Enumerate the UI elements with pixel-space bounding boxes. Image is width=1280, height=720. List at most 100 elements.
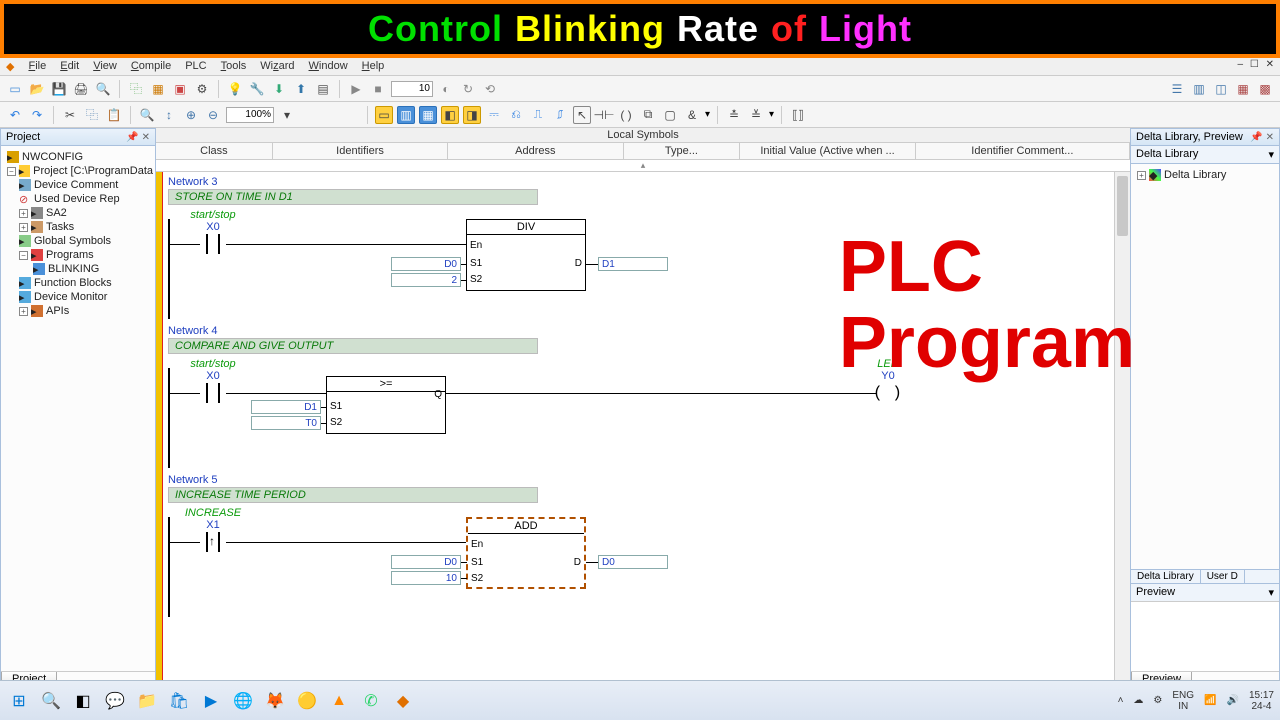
run-icon[interactable]: ▶ — [347, 80, 365, 98]
taskview-icon[interactable]: ◧ — [70, 688, 96, 714]
tree-global-symbols[interactable]: ▸Global Symbols — [3, 234, 153, 248]
ld9-icon[interactable]: ⎎ — [551, 106, 569, 124]
project-icon[interactable]: ⿻ — [127, 80, 145, 98]
ld4-icon[interactable]: ◧ — [441, 106, 459, 124]
tree-sa2[interactable]: +▸SA2 — [3, 206, 153, 220]
paste-icon[interactable]: 📋 — [105, 106, 123, 124]
edge-icon[interactable]: 🌐 — [230, 688, 256, 714]
tree-function-blocks[interactable]: ▸Function Blocks — [3, 276, 153, 290]
col-address[interactable]: Address — [448, 143, 623, 159]
chip-icon[interactable]: ▤ — [314, 80, 332, 98]
net4-contact-x0[interactable] — [198, 383, 228, 403]
tab-user-d[interactable]: User D — [1201, 570, 1245, 583]
idea-icon[interactable]: 💡 — [226, 80, 244, 98]
and-icon[interactable]: & — [683, 106, 701, 124]
ld5-icon[interactable]: ◨ — [463, 106, 481, 124]
zoom-drop-icon[interactable]: ▾ — [278, 106, 296, 124]
network-4[interactable]: Network 4 COMPARE AND GIVE OUTPUT start/… — [168, 325, 1130, 468]
tray-cloud-icon[interactable]: ☁ — [1133, 695, 1143, 706]
ld1-icon[interactable]: ▭ — [375, 106, 393, 124]
delta-tree[interactable]: +◆Delta Library — [1131, 164, 1279, 569]
tool-icon[interactable]: 🔧 — [248, 80, 266, 98]
menu-compile[interactable]: Compile — [131, 60, 171, 73]
net5-s1-val[interactable]: D0 — [391, 555, 461, 569]
net5-d-val[interactable]: D0 — [598, 555, 668, 569]
net4-s1-val[interactable]: D1 — [251, 400, 321, 414]
ld8-icon[interactable]: ⎍ — [529, 106, 547, 124]
device-icon[interactable]: ▦ — [149, 80, 167, 98]
vlc-icon[interactable]: ▲ — [326, 688, 352, 714]
menu-tools[interactable]: Tools — [221, 60, 247, 73]
net3-s2-val[interactable]: 2 — [391, 273, 461, 287]
menu-plc[interactable]: PLC — [185, 60, 206, 73]
tree-project[interactable]: −▸Project [C:\ProgramData — [3, 164, 153, 178]
contact-icon[interactable]: ⊣⊢ — [595, 106, 613, 124]
net3-div-block[interactable]: DIV En S1 S2 D — [466, 219, 586, 291]
firefox-icon[interactable]: 🦊 — [262, 688, 288, 714]
align1-icon[interactable]: ≛ — [725, 106, 743, 124]
tab-delta-library[interactable]: Delta Library — [1131, 570, 1201, 583]
online-icon[interactable]: ◐ — [437, 80, 455, 98]
net3-d-val[interactable]: D1 — [598, 257, 668, 271]
view3-icon[interactable]: ◫ — [1212, 80, 1230, 98]
preview-strip[interactable]: Preview ▾ — [1131, 583, 1279, 601]
system-tray[interactable]: ˄ ☁ ⚙ ENGIN 📶 🔊 15:1724-4 — [1118, 690, 1274, 712]
col-initial[interactable]: Initial Value (Active when ... — [740, 143, 915, 159]
redo-icon[interactable]: ↷ — [28, 106, 46, 124]
menu-help[interactable]: Help — [362, 60, 385, 73]
project-tree[interactable]: ▸NWCONFIG −▸Project [C:\ProgramData ▸Dev… — [1, 146, 155, 322]
net3-s1-val[interactable]: D0 — [391, 257, 461, 271]
panel-pin-icon[interactable]: 📌 ✕ — [126, 132, 150, 143]
tray-chevron-icon[interactable]: ˄ — [1118, 695, 1124, 706]
ladder-editor[interactable]: Network 3 STORE ON TIME IN D1 start/stop… — [156, 172, 1130, 688]
step-input[interactable] — [391, 81, 433, 97]
tree-apis[interactable]: +▸APIs — [3, 304, 153, 318]
search-icon[interactable]: 🔍 — [38, 688, 64, 714]
net5-add-block[interactable]: ADD En S1 S2 D — [466, 517, 586, 589]
new-icon[interactable]: ▭ — [6, 80, 24, 98]
net4-coil-y0[interactable]: ( ) — [873, 384, 902, 402]
ld7-icon[interactable]: ⎌ — [507, 106, 525, 124]
tray-wifi-icon[interactable]: 📶 — [1204, 695, 1216, 706]
menu-view[interactable]: View — [93, 60, 117, 73]
tree-used-device[interactable]: ⊘Used Device Rep — [3, 192, 153, 206]
net4-s2-val[interactable]: T0 — [251, 416, 321, 430]
undo-icon[interactable]: ↶ — [6, 106, 24, 124]
net3-contact-x0[interactable] — [198, 234, 228, 254]
sync-icon[interactable]: ⟲ — [481, 80, 499, 98]
tree-tasks[interactable]: +▸Tasks — [3, 220, 153, 234]
view4-icon[interactable]: ▦ — [1234, 80, 1252, 98]
find-icon[interactable]: 🔍 — [138, 106, 156, 124]
goto-icon[interactable]: ↕ — [160, 106, 178, 124]
movies-icon[interactable]: ▶ — [198, 688, 224, 714]
net4-cmp-block[interactable]: >= Q S1 S2 — [326, 376, 446, 434]
cursor-icon[interactable]: ↖ — [573, 106, 591, 124]
menu-file[interactable]: FFileile — [28, 60, 46, 73]
delta-lib-root[interactable]: +◆Delta Library — [1133, 168, 1277, 182]
view1-icon[interactable]: ☰ — [1168, 80, 1186, 98]
ld3-icon[interactable]: ▦ — [419, 106, 437, 124]
chat-icon[interactable]: 💬 — [102, 688, 128, 714]
ld6-icon[interactable]: ⎓ — [485, 106, 503, 124]
menu-window[interactable]: Window — [309, 60, 348, 73]
network-5[interactable]: Network 5 INCREASE TIME PERIOD INCREASEX… — [168, 474, 1130, 617]
col-class[interactable]: Class — [156, 143, 273, 159]
tree-device-monitor[interactable]: ▸Device Monitor — [3, 290, 153, 304]
start-icon[interactable]: ⊞ — [6, 688, 32, 714]
col-identifiers[interactable]: Identifiers — [273, 143, 448, 159]
delta-strip[interactable]: Delta Library ▾ — [1131, 146, 1279, 164]
menu-wizard[interactable]: Wizard — [260, 60, 294, 73]
net5-s2-val[interactable]: 10 — [391, 571, 461, 585]
print-icon[interactable]: 🖨 — [72, 80, 90, 98]
col-comment[interactable]: Identifier Comment... — [916, 143, 1130, 159]
app-taskbar-icon[interactable]: ◆ — [390, 688, 416, 714]
menu-edit[interactable]: Edit — [60, 60, 79, 73]
zoomin-icon[interactable]: ⊕ — [182, 106, 200, 124]
whatsapp-icon[interactable]: ✆ — [358, 688, 384, 714]
view2-icon[interactable]: ▥ — [1190, 80, 1208, 98]
stop-icon[interactable]: ■ — [369, 80, 387, 98]
open-icon[interactable]: 📂 — [28, 80, 46, 98]
zoom-input[interactable] — [226, 107, 274, 123]
preview-icon[interactable]: 🔍 — [94, 80, 112, 98]
coil-icon[interactable]: ( ) — [617, 106, 635, 124]
